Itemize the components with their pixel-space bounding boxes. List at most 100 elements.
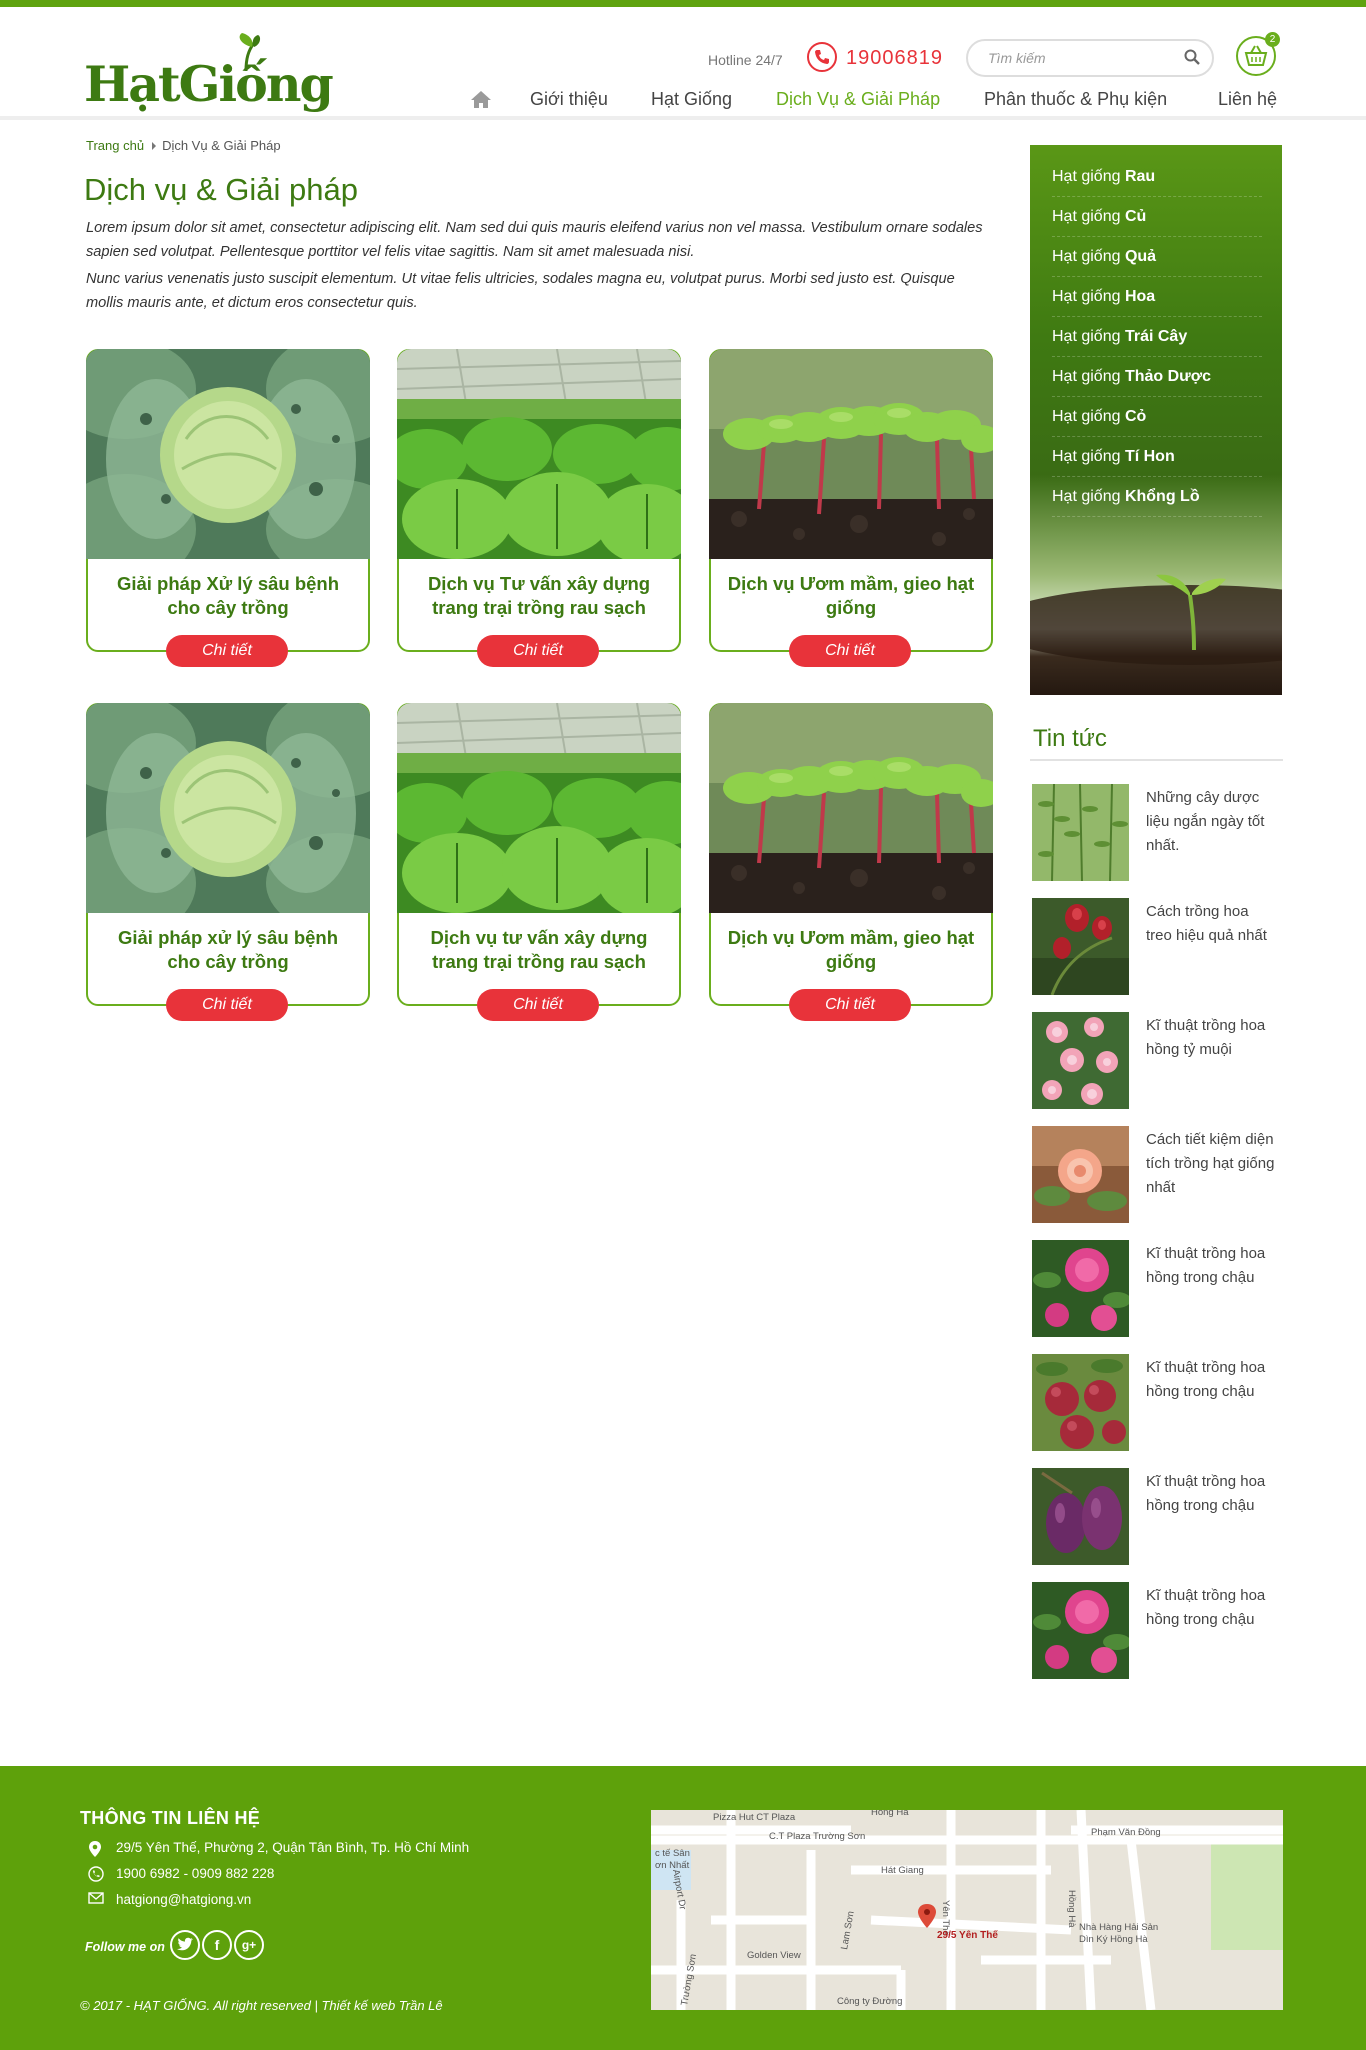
footer-address-text: 29/5 Yên Thế, Phường 2, Quận Tân Bình, T…	[116, 1840, 470, 1855]
search-icon[interactable]	[1184, 49, 1200, 70]
service-card: Giải pháp Xử lý sâu bệnh cho cây trồng C…	[86, 349, 370, 667]
twitter-icon[interactable]	[170, 1930, 200, 1960]
hotline-number[interactable]: 19006819	[846, 47, 943, 70]
news-heading: Tin tức	[1033, 725, 1107, 752]
news-title[interactable]: Cách trồng hoa treo hiệu quả nhất	[1146, 900, 1276, 948]
news-item[interactable]: Kĩ thuật trồng hoa hồng tỷ muội	[1032, 1012, 1282, 1112]
facebook-icon[interactable]: f	[202, 1930, 232, 1960]
category-item[interactable]: Hạt giống Rau	[1052, 157, 1262, 197]
news-thumbnail[interactable]	[1032, 1012, 1129, 1109]
logo-text: HạtGiống	[84, 55, 334, 113]
card-title[interactable]: Giải pháp xử lý sâu bệnh cho cây trồng	[100, 926, 356, 974]
news-item[interactable]: Cách tiết kiệm diện tích trồng hạt giống…	[1032, 1126, 1282, 1226]
detail-button[interactable]: Chi tiết	[477, 989, 599, 1021]
nav-dich-vu-giai-phap[interactable]: Dịch Vụ & Giải Pháp	[776, 89, 940, 110]
category-prefix: Hạt giống	[1052, 448, 1121, 465]
news-thumbnail[interactable]	[1032, 784, 1129, 881]
breadcrumb-separator-icon	[152, 142, 157, 150]
detail-button[interactable]: Chi tiết	[477, 635, 599, 667]
top-accent-bar	[0, 0, 1366, 7]
category-name: Khổng Lồ	[1124, 488, 1200, 505]
news-item[interactable]: Cách trồng hoa treo hiệu quả nhất	[1032, 898, 1282, 998]
service-card: Dịch vụ tư vấn xây dựng trang trại trồng…	[397, 703, 681, 1021]
news-title[interactable]: Kĩ thuật trồng hoa hồng trong chậu	[1146, 1356, 1276, 1404]
category-item[interactable]: Hạt giống Củ	[1052, 197, 1262, 237]
news-thumbnail[interactable]	[1032, 1468, 1129, 1565]
cart-button[interactable]: 2	[1236, 32, 1280, 76]
news-item[interactable]: Kĩ thuật trồng hoa hồng trong chậu	[1032, 1582, 1282, 1682]
category-item[interactable]: Hạt giống Quả	[1052, 237, 1262, 277]
card-title[interactable]: Giải pháp Xử lý sâu bệnh cho cây trồng	[100, 572, 356, 620]
news-thumbnail[interactable]	[1032, 1582, 1129, 1679]
service-card: Giải pháp xử lý sâu bệnh cho cây trồng C…	[86, 703, 370, 1021]
category-item[interactable]: Hạt giống Trái Cây	[1052, 317, 1262, 357]
detail-button[interactable]: Chi tiết	[166, 635, 288, 667]
category-name: Thảo Dược	[1124, 368, 1212, 385]
follow-label: Follow me on	[85, 1940, 165, 1954]
card-title[interactable]: Dịch vụ Tư vấn xây dựng trang trại trồng…	[411, 572, 667, 620]
news-thumbnail[interactable]	[1032, 898, 1129, 995]
detail-button[interactable]: Chi tiết	[166, 989, 288, 1021]
intro-paragraph: Nunc varius venenatis justo suscipit ele…	[86, 271, 955, 311]
site-header: HạtGiống Hotline 24/7 19006819 2 Giới th…	[0, 7, 1366, 120]
footer-address: 29/5 Yên Thế, Phường 2, Quận Tân Bình, T…	[88, 1840, 469, 1861]
news-item[interactable]: Kĩ thuật trồng hoa hồng trong chậu	[1032, 1468, 1282, 1568]
category-item[interactable]: Hạt giống Thảo Dược	[1052, 357, 1262, 397]
news-title[interactable]: Kĩ thuật trồng hoa hồng tỷ muội	[1146, 1014, 1276, 1062]
news-title[interactable]: Kĩ thuật trồng hoa hồng trong chậu	[1146, 1470, 1276, 1518]
home-icon[interactable]	[470, 89, 492, 114]
footer-copyright: © 2017 - HẠT GIỐNG. All right reserved |…	[80, 1998, 443, 2013]
card-title[interactable]: Dịch vụ Ươm mầm, gieo hạt giống	[723, 926, 979, 974]
news-title[interactable]: Kĩ thuật trồng hoa hồng trong chậu	[1146, 1242, 1276, 1290]
map-pin-label: 29/5 Yên Thế	[937, 1929, 998, 1941]
location-map[interactable]: Pizza Hut CT Plaza C.T Plaza Trường Sơn …	[651, 1810, 1283, 2010]
card-image[interactable]	[86, 703, 370, 913]
breadcrumb-home-link[interactable]: Trang chủ	[86, 138, 144, 153]
nav-lien-he[interactable]: Liên hệ	[1218, 89, 1277, 110]
card-image[interactable]	[397, 703, 681, 913]
category-name: Cỏ	[1124, 408, 1147, 425]
category-item[interactable]: Hạt giống Tí Hon	[1052, 437, 1262, 477]
news-thumbnail[interactable]	[1032, 1354, 1129, 1451]
detail-button[interactable]: Chi tiết	[789, 635, 911, 667]
news-thumbnail[interactable]	[1032, 1240, 1129, 1337]
news-item[interactable]: Những cây dược liệu ngắn ngày tốt nhất.	[1032, 784, 1282, 884]
nav-hat-giong[interactable]: Hạt Giống	[651, 89, 732, 110]
cart-count-badge: 2	[1265, 32, 1280, 47]
category-item[interactable]: Hạt giống Khổng Lồ	[1052, 477, 1262, 517]
location-pin-icon	[89, 1841, 101, 1857]
footer-email-text[interactable]: hatgiong@hatgiong.vn	[116, 1892, 251, 1907]
nav-gioi-thieu[interactable]: Giới thiệu	[530, 89, 608, 110]
map-label: Phạm Văn Đồng	[1091, 1827, 1161, 1838]
news-thumbnail[interactable]	[1032, 1126, 1129, 1223]
category-menu: Hạt giống Rau Hạt giống Củ Hạt giống Quả Hạ…	[1030, 145, 1282, 695]
service-card: Dịch vụ Ươm mầm, gieo hạt giống Chi tiết	[709, 349, 993, 667]
intro-text: Lorem ipsum dolor sit amet, consectetur …	[86, 216, 986, 318]
card-image[interactable]	[397, 349, 681, 559]
category-name: Hoa	[1124, 288, 1156, 305]
search-input[interactable]	[988, 47, 1168, 69]
card-image[interactable]	[86, 349, 370, 559]
news-item[interactable]: Kĩ thuật trồng hoa hồng trong chậu	[1032, 1354, 1282, 1454]
detail-button[interactable]: Chi tiết	[789, 989, 911, 1021]
map-label: Dìn Ký Hồng Hà	[1079, 1934, 1148, 1945]
category-item[interactable]: Hạt giống Cỏ	[1052, 397, 1262, 437]
card-image[interactable]	[709, 703, 993, 913]
phone-icon	[807, 42, 837, 72]
news-title[interactable]: Những cây dược liệu ngắn ngày tốt nhất.	[1146, 786, 1276, 858]
card-image[interactable]	[709, 349, 993, 559]
email-icon	[88, 1892, 104, 1904]
logo[interactable]: HạtGiống	[82, 33, 334, 118]
card-title[interactable]: Dịch vụ Ươm mầm, gieo hạt giống	[723, 572, 979, 620]
category-name: Củ	[1124, 208, 1147, 225]
news-title[interactable]: Kĩ thuật trồng hoa hồng trong chậu	[1146, 1584, 1276, 1632]
google-plus-icon[interactable]: g+	[234, 1930, 264, 1960]
category-item[interactable]: Hạt giống Hoa	[1052, 277, 1262, 317]
card-title[interactable]: Dịch vụ tư vấn xây dựng trang trại trồng…	[411, 926, 667, 974]
news-title[interactable]: Cách tiết kiệm diện tích trồng hạt giống…	[1146, 1128, 1276, 1200]
category-prefix: Hạt giống	[1052, 208, 1121, 225]
category-prefix: Hạt giống	[1052, 288, 1121, 305]
news-item[interactable]: Kĩ thuật trồng hoa hồng trong chậu	[1032, 1240, 1282, 1340]
map-label: c tế Sân	[655, 1848, 690, 1859]
nav-phan-thuoc-phu-kien[interactable]: Phân thuốc & Phụ kiện	[984, 89, 1167, 110]
